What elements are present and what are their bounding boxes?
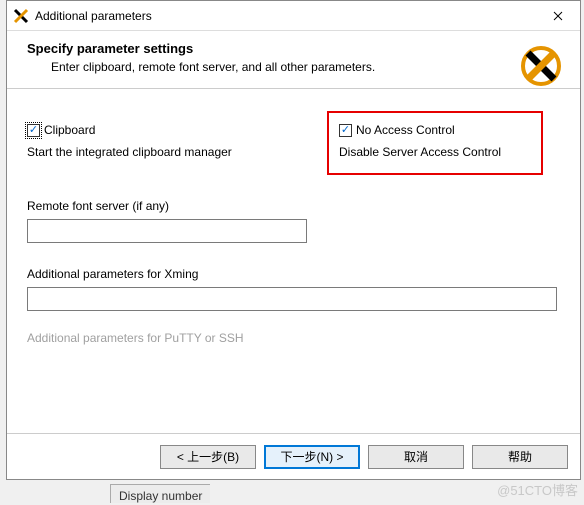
help-button[interactable]: 帮助 (472, 445, 568, 469)
clipboard-desc: Start the integrated clipboard manager (27, 145, 327, 159)
remote-font-label: Remote font server (if any) (27, 199, 560, 213)
content-area: ✓ Clipboard Start the integrated clipboa… (7, 89, 580, 355)
putty-params-label: Additional parameters for PuTTY or SSH (27, 331, 560, 345)
no-access-control-checkbox[interactable]: ✓ No Access Control (339, 123, 501, 137)
highlight-box: ✓ No Access Control Disable Server Acces… (327, 111, 543, 175)
header: Specify parameter settings Enter clipboa… (7, 31, 580, 88)
checkbox-icon: ✓ (339, 124, 352, 137)
next-button[interactable]: 下一步(N) > (264, 445, 360, 469)
watermark: @51CTO博客 (497, 480, 578, 499)
background-fragment: Display number (110, 484, 210, 503)
xming-params-label: Additional parameters for Xming (27, 267, 560, 281)
footer: < 上一步(B) 下一步(N) > 取消 帮助 (7, 433, 580, 479)
page-subtitle: Enter clipboard, remote font server, and… (51, 60, 560, 74)
titlebar: Additional parameters (7, 1, 580, 31)
close-button[interactable] (535, 1, 580, 31)
xming-params-input[interactable] (27, 287, 557, 311)
xming-logo-icon (520, 45, 562, 87)
no-access-control-desc: Disable Server Access Control (339, 145, 501, 159)
back-button[interactable]: < 上一步(B) (160, 445, 256, 469)
no-access-control-label: No Access Control (356, 123, 455, 137)
page-heading: Specify parameter settings (27, 41, 560, 56)
cancel-button[interactable]: 取消 (368, 445, 464, 469)
clipboard-checkbox[interactable]: ✓ Clipboard (27, 123, 327, 137)
remote-font-input[interactable] (27, 219, 307, 243)
window-title: Additional parameters (35, 9, 535, 23)
clipboard-label: Clipboard (44, 123, 95, 137)
close-icon (553, 11, 563, 21)
checkbox-icon: ✓ (27, 124, 40, 137)
app-icon (13, 8, 29, 24)
dialog-window: Additional parameters Specify parameter … (6, 0, 581, 480)
